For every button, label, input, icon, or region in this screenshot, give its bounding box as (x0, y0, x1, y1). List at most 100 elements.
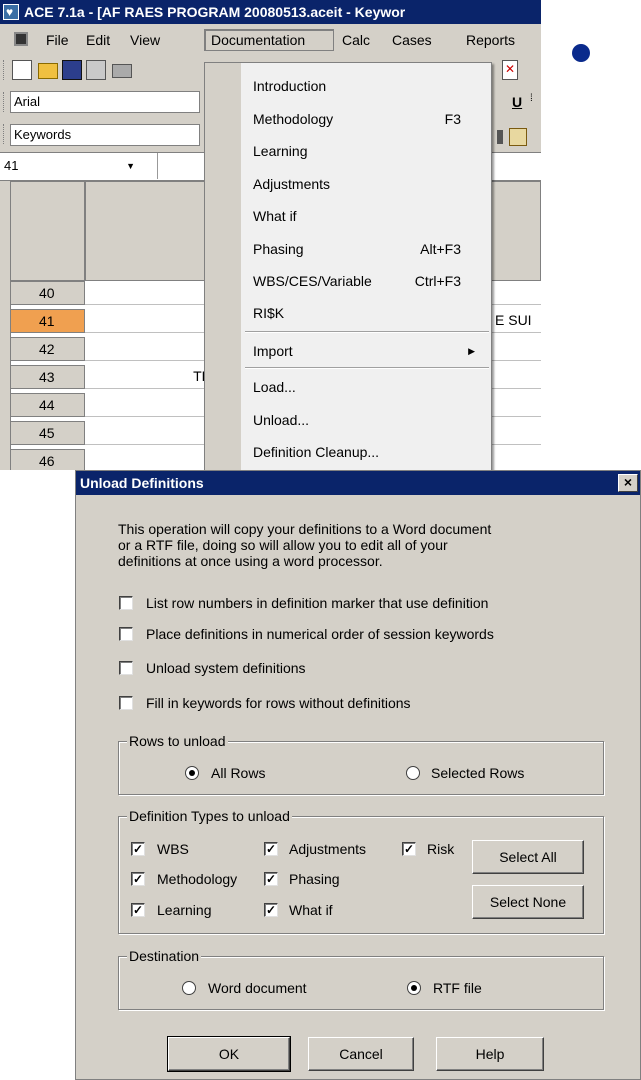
menu-item-label: Unload... (253, 412, 310, 428)
menu-item-label: Import (253, 343, 293, 359)
delete-icon[interactable]: ✕ (502, 60, 518, 80)
rows-to-unload-label: Rows to unload (127, 732, 228, 750)
menu-separator (245, 331, 489, 333)
toolbar-grip[interactable] (3, 60, 7, 80)
row-header[interactable]: 40 (10, 281, 85, 305)
open-folder-icon[interactable] (38, 63, 58, 79)
adjustments-checkbox[interactable]: ✓ (264, 842, 278, 856)
menu-calc[interactable]: Calc (336, 30, 376, 50)
row-header[interactable]: 44 (10, 393, 85, 417)
unload-definitions-dialog: Unload Definitions × This operation will… (75, 470, 641, 1080)
menu-item-unload[interactable]: Unload... (253, 408, 483, 432)
menu-edit[interactable]: Edit (80, 30, 116, 50)
menu-item-load[interactable]: Load... (253, 375, 483, 399)
close-icon[interactable]: × (618, 474, 638, 492)
menu-item-learning[interactable]: Learning (253, 139, 483, 163)
menu-item-label: Methodology (253, 111, 334, 127)
list-row-numbers-checkbox[interactable] (119, 596, 133, 610)
help-button[interactable]: Help (436, 1037, 544, 1071)
rtf-file-radio[interactable] (407, 981, 421, 995)
app-window: ACE 7.1a - [AF RAES PROGRAM 20080513.ace… (0, 0, 541, 470)
what-if-checkbox[interactable]: ✓ (264, 903, 278, 917)
menu-reports[interactable]: Reports (460, 30, 521, 50)
cancel-button[interactable]: Cancel (308, 1037, 414, 1071)
toolbar-grip[interactable] (3, 92, 7, 112)
submenu-arrow-icon: ▶ (468, 346, 475, 356)
fill-in-keywords-checkbox[interactable] (119, 696, 133, 710)
menu-item-import[interactable]: Import ▶ (253, 339, 483, 363)
select-all-button[interactable]: Select All (472, 840, 584, 874)
description-line-3: definitions at once using a word process… (118, 553, 383, 569)
row-header[interactable]: 42 (10, 337, 85, 361)
menu-item-label: Introduction (253, 78, 327, 94)
destination-group: Destination Word document RTF file (118, 947, 604, 1010)
row-header[interactable]: 43 (10, 365, 85, 389)
menu-item-shortcut: F3 (444, 111, 461, 127)
chevron-down-icon[interactable]: ▼ (126, 153, 135, 179)
phasing-label: Phasing (289, 871, 340, 887)
grid-corner[interactable] (10, 181, 85, 281)
document-icon[interactable] (14, 32, 28, 46)
menu-item-label: What if (253, 208, 297, 224)
documentation-menu: Introduction Methodology F3 Learning Adju… (204, 62, 492, 470)
menu-item-introduction[interactable]: Introduction (253, 74, 483, 98)
all-rows-radio[interactable] (185, 766, 199, 780)
toolbar-separator: ⁞ (530, 93, 533, 104)
selected-rows-radio[interactable] (406, 766, 420, 780)
methodology-checkbox[interactable]: ✓ (131, 872, 145, 886)
menu-documentation[interactable]: Documentation (204, 29, 334, 51)
row-header-selected[interactable]: 41 (10, 309, 85, 333)
properties-icon[interactable] (86, 60, 106, 80)
wbs-checkbox[interactable]: ✓ (131, 842, 145, 856)
selected-rows-label: Selected Rows (431, 765, 525, 781)
dialog-title: Unload Definitions (80, 475, 204, 491)
report-icon[interactable] (509, 128, 527, 146)
definition-types-label: Definition Types to unload (127, 807, 292, 825)
risk-checkbox[interactable]: ✓ (402, 842, 416, 856)
learning-checkbox[interactable]: ✓ (131, 903, 145, 917)
font-combo[interactable]: Arial (10, 91, 200, 113)
menu-item-methodology[interactable]: Methodology F3 (253, 107, 483, 131)
name-box[interactable]: 41 ▼ (0, 153, 158, 179)
select-none-button[interactable]: Select None (472, 885, 584, 919)
slide-bullet (572, 44, 590, 62)
menu-item-label: Load... (253, 379, 296, 395)
fill-in-keywords-label: Fill in keywords for rows without defini… (146, 695, 411, 711)
underline-button[interactable]: U (512, 94, 522, 110)
title-bar: ACE 7.1a - [AF RAES PROGRAM 20080513.ace… (0, 0, 541, 24)
description-line-2: or a RTF file, doing so will allow you t… (118, 537, 448, 553)
menu-item-phasing[interactable]: Phasing Alt+F3 (253, 237, 483, 261)
numerical-order-label: Place definitions in numerical order of … (146, 626, 494, 642)
phasing-checkbox[interactable]: ✓ (264, 872, 278, 886)
numerical-order-checkbox[interactable] (119, 627, 133, 641)
row-header[interactable]: 46 (10, 449, 85, 470)
save-icon[interactable] (62, 60, 82, 80)
rows-to-unload-group: Rows to unload All Rows Selected Rows (118, 732, 604, 795)
adjustments-label: Adjustments (289, 841, 367, 857)
style-combo[interactable]: Keywords (10, 124, 200, 146)
new-document-icon[interactable] (12, 60, 32, 80)
menu-item-adjustments[interactable]: Adjustments (253, 172, 483, 196)
menu-file[interactable]: File (40, 30, 75, 50)
menu-item-shortcut: Alt+F3 (420, 241, 461, 257)
rtf-file-label: RTF file (433, 980, 482, 996)
ok-button[interactable]: OK (167, 1036, 291, 1072)
menu-item-definition-cleanup[interactable]: Definition Cleanup... (253, 440, 483, 464)
description-line-1: This operation will copy your definition… (118, 521, 492, 537)
row-header[interactable]: 45 (10, 421, 85, 445)
risk-label: Risk (427, 841, 455, 857)
dialog-title-bar: Unload Definitions × (76, 471, 640, 495)
menu-item-risk[interactable]: RI$K (253, 301, 483, 325)
print-icon[interactable] (112, 64, 132, 78)
word-document-label: Word document (208, 980, 307, 996)
menu-view[interactable]: View (124, 30, 166, 50)
what-if-label: What if (289, 902, 333, 918)
cell-text-overflow: E SUI (495, 312, 532, 328)
word-document-radio[interactable] (182, 981, 196, 995)
unload-system-definitions-checkbox[interactable] (119, 661, 133, 675)
menu-item-label: Definition Cleanup... (253, 444, 380, 460)
menu-item-what-if[interactable]: What if (253, 204, 483, 228)
menu-cases[interactable]: Cases (386, 30, 438, 50)
menu-item-wbs-ces-variable[interactable]: WBS/CES/Variable Ctrl+F3 (253, 269, 483, 293)
toolbar-grip[interactable] (3, 124, 7, 144)
